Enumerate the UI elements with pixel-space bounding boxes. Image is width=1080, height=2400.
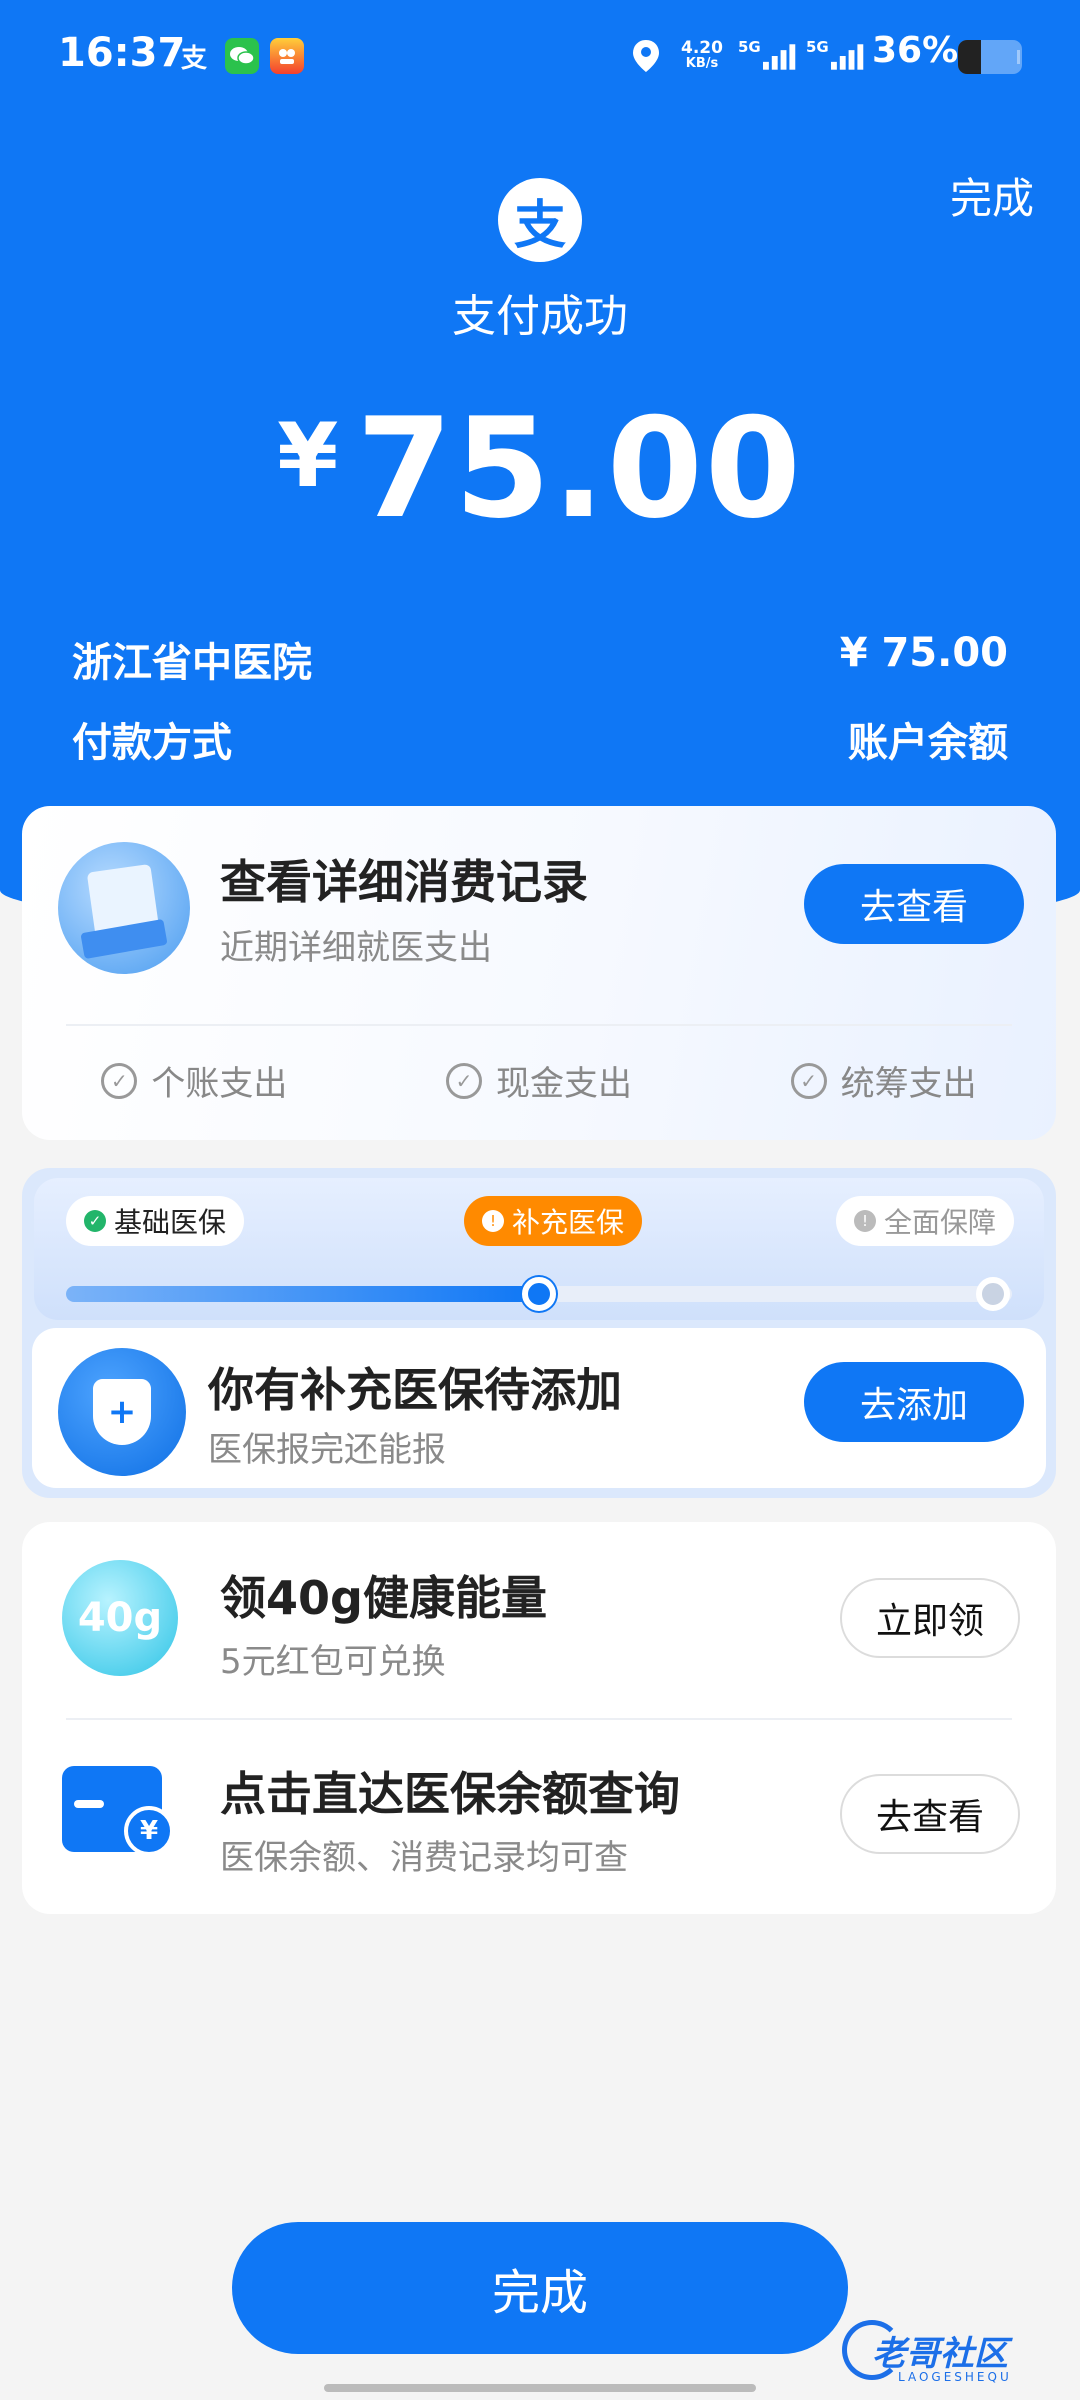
battery-level	[958, 40, 982, 74]
wallet-card-icon: ¥	[62, 1766, 174, 1856]
insurance-card: ✓ 基础医保 ! 补充医保 ! 全面保障 + 你有补充医保待添加 医保报完还能报…	[22, 1168, 1056, 1498]
step-supplementary-insurance: ! 补充医保	[464, 1196, 643, 1246]
alipay-notification-icon: 支	[180, 43, 207, 74]
signal-1-label: 5G	[738, 38, 761, 56]
status-bar: 16:37 支 4.20 KB/s 5G 5G 36%	[0, 30, 1080, 88]
shield-plus-icon: +	[58, 1348, 186, 1476]
expense-type-label: 个账支出	[151, 1064, 288, 1104]
step-label: 全面保障	[883, 1206, 996, 1239]
view-records-button[interactable]: 去查看	[804, 864, 1024, 944]
step-basic-insurance: ✓ 基础医保	[66, 1196, 245, 1246]
network-speed-value: 4.20	[681, 38, 723, 58]
done-button[interactable]: 完成	[232, 2222, 848, 2354]
progress-end-knob	[976, 1277, 1010, 1311]
claim-energy-button[interactable]: 立即领	[840, 1578, 1020, 1658]
status-time: 16:37	[58, 30, 186, 76]
insurance-title: 你有补充医保待添加	[208, 1363, 622, 1417]
records-title: 查看详细消费记录	[220, 855, 588, 909]
records-card: 查看详细消费记录 近期详细就医支出 去查看 ✓ 个账支出 ✓ 现金支出 ✓ 统筹…	[22, 806, 1056, 1140]
expense-type-list: ✓ 个账支出 ✓ 现金支出 ✓ 统筹支出	[22, 1056, 1056, 1105]
signal-2-label: 5G	[806, 38, 829, 56]
records-subtitle: 近期详细就医支出	[220, 928, 492, 968]
watermark-logo: 老哥社区 LAOGESHEQU	[842, 2320, 1066, 2390]
merchant-row: 浙江省中医院 ¥ 75.00	[72, 630, 1008, 688]
expense-type-label: 统筹支出	[840, 1064, 977, 1104]
done-link-top[interactable]: 完成	[950, 165, 1034, 226]
payment-method-row: 付款方式 账户余额	[72, 710, 1008, 768]
network-speed-unit: KB/s	[685, 56, 719, 71]
amount-value: 75.00	[356, 388, 803, 549]
watermark-subtext: LAOGESHEQU	[898, 2370, 1012, 2384]
step-full-coverage: ! 全面保障	[835, 1196, 1014, 1246]
location-icon	[628, 38, 664, 74]
network-speed: 4.20 KB/s	[676, 38, 728, 74]
services-divider	[66, 1718, 1012, 1720]
balance-subtitle: 医保余额、消费记录均可查	[220, 1838, 628, 1878]
alert-icon: !	[853, 1210, 876, 1232]
step-label: 基础医保	[114, 1206, 227, 1239]
check-circle-icon: ✓	[790, 1062, 827, 1099]
expense-type-cash: ✓ 现金支出	[445, 1056, 632, 1105]
add-insurance-button[interactable]: 去添加	[804, 1362, 1024, 1442]
battery-tip	[1017, 50, 1020, 64]
progress-fill	[66, 1286, 539, 1302]
signal-icon-1: 5G	[738, 38, 796, 74]
alert-icon: !	[482, 1210, 504, 1232]
records-divider	[66, 1024, 1012, 1026]
alipay-logo-icon: 支	[498, 178, 582, 262]
insurance-add-panel: + 你有补充医保待添加 医保报完还能报 去添加	[32, 1328, 1046, 1488]
merchant-amount: ¥ 75.00	[839, 630, 1008, 676]
energy-40g-icon: 40g	[62, 1560, 178, 1676]
expense-type-personal: ✓ 个账支出	[101, 1056, 287, 1105]
signal-icon-2: 5G	[806, 38, 864, 74]
payment-method-value: 账户余额	[848, 720, 1008, 766]
check-circle-icon: ✓	[101, 1062, 138, 1099]
payment-method-label: 付款方式	[72, 720, 232, 766]
insurance-subtitle: 医保报完还能报	[208, 1430, 446, 1470]
check-circle-icon: ✓	[445, 1062, 482, 1099]
payment-amount: ¥75.00	[0, 388, 1080, 549]
payment-success-title: 支付成功	[452, 291, 628, 342]
wechat-notification-icon	[225, 38, 259, 74]
app-notification-icon	[270, 38, 304, 74]
shield-check-icon: ✓	[84, 1210, 106, 1232]
merchant-name: 浙江省中医院	[72, 640, 312, 686]
insurance-progress: ✓ 基础医保 ! 补充医保 ! 全面保障	[34, 1178, 1044, 1320]
balance-title: 点击直达医保余额查询	[220, 1767, 680, 1821]
check-balance-button[interactable]: 去查看	[840, 1774, 1020, 1854]
yen-coin-icon: ¥	[124, 1806, 174, 1856]
expense-type-label: 现金支出	[495, 1064, 632, 1104]
receipt-illustration-icon	[58, 842, 190, 974]
expense-type-pooled: ✓ 统筹支出	[790, 1056, 977, 1105]
energy-subtitle: 5元红包可兑换	[220, 1642, 446, 1682]
currency-symbol: ¥	[277, 404, 339, 507]
watermark-text: 老哥社区	[872, 2334, 1008, 2374]
services-card: 40g 领40g健康能量 5元红包可兑换 立即领 ¥ 点击直达医保余额查询 医保…	[22, 1522, 1056, 1914]
battery-icon	[958, 40, 1022, 74]
home-indicator[interactable]	[324, 2384, 756, 2392]
battery-percent: 36%	[872, 30, 959, 71]
progress-current-knob	[522, 1277, 556, 1311]
step-label: 补充医保	[512, 1206, 625, 1239]
energy-title: 领40g健康能量	[220, 1571, 547, 1625]
